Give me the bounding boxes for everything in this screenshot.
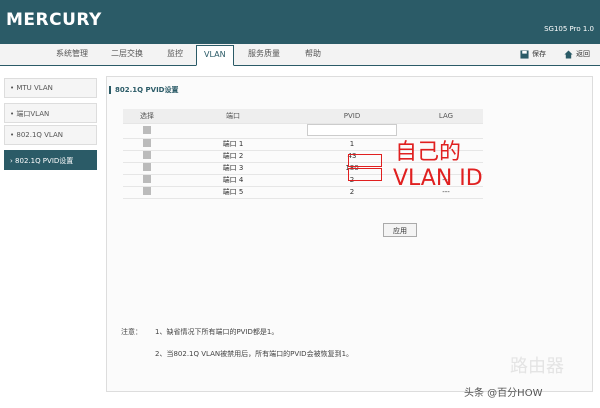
notes: 注意： 1、缺省情况下所有端口的PVID都是1。 2、当802.1Q VLAN被禁… <box>121 327 353 371</box>
port-cell <box>171 123 295 139</box>
col-pvid: PVID <box>295 109 409 124</box>
sidebar: • MTU VLAN • 端口VLAN • 802.1Q VLAN › 802.… <box>0 66 100 408</box>
row-checkbox[interactable] <box>143 187 151 195</box>
sidebar-item-mtu-vlan[interactable]: • MTU VLAN <box>4 78 97 98</box>
save-icon <box>520 49 529 59</box>
row-checkbox[interactable] <box>143 139 151 147</box>
highlight-box-port3 <box>348 168 382 181</box>
brand-logo: MERCURY <box>6 10 102 30</box>
watermark-credit: 头条 @百分HOW <box>464 388 543 399</box>
batch-edit-row <box>123 123 483 139</box>
save-button[interactable]: 保存 <box>520 49 546 59</box>
tab-layer2[interactable]: 二层交换 <box>111 48 143 59</box>
notes-label: 注意： <box>121 328 142 336</box>
col-lag: LAG <box>409 109 483 124</box>
pvid-cell: 1 <box>295 138 409 151</box>
port-cell: 端口 4 <box>171 174 295 187</box>
port-cell: 端口 1 <box>171 138 295 151</box>
save-label: 保存 <box>532 50 546 58</box>
main-panel: 802.1Q PVID设置 选择 端口 PVID LAG 端口 1 1 端口 2… <box>106 76 593 392</box>
row-checkbox[interactable] <box>143 175 151 183</box>
note-item: 2、当802.1Q VLAN被禁用后，所有端口的PVID会被恢复到1。 <box>155 350 354 358</box>
return-button[interactable]: 返回 <box>564 49 590 59</box>
port-cell: 端口 2 <box>171 150 295 163</box>
tab-qos[interactable]: 服务质量 <box>248 48 280 59</box>
tab-monitor[interactable]: 监控 <box>167 48 183 59</box>
return-label: 返回 <box>576 50 590 58</box>
row-checkbox[interactable] <box>143 151 151 159</box>
row-checkbox[interactable] <box>143 163 151 171</box>
note-item: 1、缺省情况下所有端口的PVID都是1。 <box>155 328 279 336</box>
top-nav: 系统管理 二层交换 监控 VLAN 服务质量 帮助 保存 返回 <box>0 44 600 66</box>
pvid-cell: 2 <box>295 186 409 199</box>
section-title: 802.1Q PVID设置 <box>109 86 179 94</box>
port-cell: 端口 3 <box>171 162 295 175</box>
select-all-cell <box>123 123 171 139</box>
sidebar-item-pvid[interactable]: › 802.1Q PVID设置 <box>4 150 97 170</box>
pvid-cell <box>295 123 409 139</box>
col-port: 端口 <box>171 109 295 124</box>
tab-help[interactable]: 帮助 <box>305 48 321 59</box>
annotation-line2: VLAN ID <box>393 166 483 191</box>
lag-cell <box>409 123 483 139</box>
home-icon <box>564 49 573 59</box>
highlight-box-port2 <box>348 154 382 167</box>
app-header: MERCURY SG105 Pro 1.0 <box>0 0 600 44</box>
col-select: 选择 <box>123 109 171 124</box>
sidebar-item-label: 802.1Q VLAN <box>16 131 64 139</box>
apply-button[interactable]: 应用 <box>383 223 417 237</box>
tab-system[interactable]: 系统管理 <box>56 48 88 59</box>
table-header-row: 选择 端口 PVID LAG <box>123 109 483 124</box>
sidebar-item-8021q-vlan[interactable]: • 802.1Q VLAN <box>4 125 97 145</box>
pvid-input[interactable] <box>307 123 397 136</box>
tab-vlan[interactable]: VLAN <box>196 45 234 66</box>
sidebar-item-port-vlan[interactable]: • 端口VLAN <box>4 103 97 123</box>
annotation-line1: 自己的 <box>395 140 462 165</box>
watermark-router: 路由器 <box>510 356 564 377</box>
select-all-checkbox[interactable] <box>143 125 151 134</box>
model-label: SG105 Pro 1.0 <box>544 25 594 33</box>
sidebar-item-label: 端口VLAN <box>16 110 50 118</box>
port-cell: 端口 5 <box>171 186 295 199</box>
sidebar-item-label: 802.1Q PVID设置 <box>15 157 74 165</box>
sidebar-item-label: MTU VLAN <box>16 84 53 92</box>
